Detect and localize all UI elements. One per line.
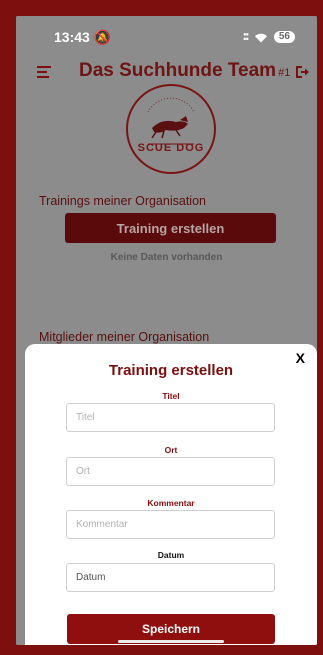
modal-title: Training erstellen	[108, 362, 234, 379]
battery-indicator: 56	[273, 31, 295, 43]
logout-icon[interactable]	[294, 64, 310, 80]
logo-text: SCUE DOG	[137, 142, 205, 154]
app-title: Das Suchhunde Team #1	[79, 60, 291, 81]
app-title-suffix: #1	[278, 67, 291, 79]
date-input[interactable]	[66, 563, 275, 592]
location-label: Ort	[164, 445, 178, 455]
date-label: Datum	[157, 550, 185, 560]
create-training-button[interactable]: Training erstellen	[65, 213, 276, 243]
location-input[interactable]	[66, 457, 275, 486]
dog-icon	[147, 97, 195, 145]
comment-input[interactable]	[66, 510, 275, 539]
status-bar: 13:43 🔕 ∶∶ 56	[16, 16, 317, 58]
signal-icon: ∶∶	[242, 30, 249, 44]
menu-icon[interactable]	[37, 66, 51, 78]
status-icons: ∶∶ 56	[243, 30, 295, 44]
home-indicator	[118, 640, 224, 643]
comment-label: Kommentar	[147, 498, 195, 508]
title-label: Titel	[162, 391, 180, 401]
mute-bell-icon: 🔕	[93, 28, 112, 45]
create-training-modal: X Training erstellen Titel Ort Kommentar…	[25, 344, 317, 645]
trainings-section-title: Trainings meiner Organisation	[39, 194, 206, 208]
wifi-icon	[254, 33, 267, 42]
members-section-title: Mitglieder meiner Organisation	[39, 330, 210, 344]
phone-screen: 13:43 🔕 ∶∶ 56 Das Suchhunde Team #1 SCUE…	[16, 16, 317, 645]
organization-logo: SCUE DOG	[126, 84, 216, 174]
status-time: 13:43 🔕	[54, 28, 112, 45]
title-input[interactable]	[66, 403, 275, 432]
empty-state-text: Keine Daten vorhanden	[110, 252, 223, 263]
